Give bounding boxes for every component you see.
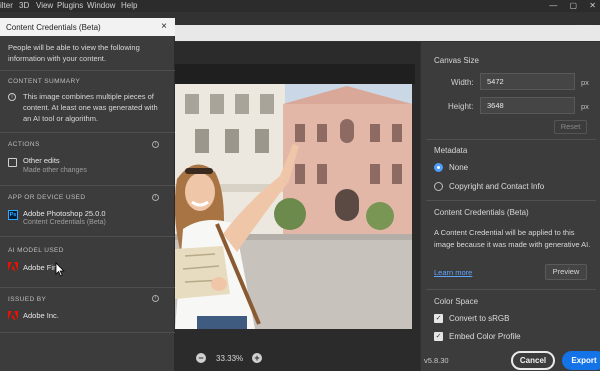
width-input[interactable] (480, 73, 575, 90)
content-credentials-heading: Content Credentials (Beta) (434, 208, 529, 217)
actions-heading: ACTIONS (8, 141, 40, 148)
ai-model-heading: AI MODEL USED (8, 247, 64, 254)
divider (0, 236, 175, 237)
menu-filter[interactable]: ilter (0, 1, 13, 10)
zoom-level: 33.33% (216, 354, 244, 363)
ai-model-title: Adobe Fir (23, 263, 56, 272)
issuer-title: Adobe Inc. (23, 311, 59, 320)
menu-help[interactable]: Help (121, 1, 137, 10)
height-input[interactable] (480, 97, 575, 114)
embed-profile-label[interactable]: Embed Color Profile (449, 332, 521, 341)
preview-button[interactable]: Preview (545, 264, 587, 280)
cc-panel-title: Content Credentials (Beta) (6, 23, 101, 32)
app-title: Adobe Photoshop 25.0.0 (23, 209, 106, 218)
content-credentials-description: A Content Credential will be applied to … (434, 228, 591, 249)
divider (0, 332, 175, 333)
color-space-heading: Color Space (434, 297, 479, 306)
app-subtitle: Content Credentials (Beta) (23, 219, 106, 226)
menu-window[interactable]: Window (87, 1, 115, 10)
zoom-in-button[interactable]: + (252, 353, 262, 363)
reset-button[interactable]: Reset (554, 120, 587, 134)
photoshop-logo-icon: Ps (8, 210, 18, 220)
minimize-icon[interactable]: — (549, 1, 557, 10)
info-icon[interactable]: i (152, 141, 159, 148)
zoom-controls: − 33.33% + (175, 344, 420, 371)
content-summary-heading: CONTENT SUMMARY (8, 78, 81, 85)
divider (426, 289, 596, 290)
content-summary-icon: i (8, 93, 16, 101)
metadata-copyright-radio[interactable] (434, 182, 443, 191)
version-label: v5.8.30 (424, 356, 449, 365)
divider (426, 200, 596, 201)
learn-more-link[interactable]: Learn more (434, 268, 472, 277)
content-summary-text: This image combines multiple pieces of c… (23, 92, 158, 123)
width-unit: px (581, 78, 589, 87)
dialog-title-bar (175, 25, 600, 41)
preview-image (175, 84, 412, 329)
action-title: Other edits (23, 156, 60, 165)
divider (0, 185, 175, 186)
metadata-none-radio[interactable] (434, 163, 443, 172)
divider (426, 139, 596, 140)
export-settings-panel: Canvas Size Width: px Height: px Reset M… (420, 42, 600, 371)
canvas-top-band (175, 64, 415, 84)
menu-plugins[interactable]: Plugins (57, 1, 83, 10)
convert-srgb-label[interactable]: Convert to sRGB (449, 314, 509, 323)
divider (0, 132, 175, 133)
metadata-none-label[interactable]: None (449, 163, 468, 172)
window-controls: — ▢ ✕ (539, 1, 596, 10)
width-label: Width: (451, 78, 474, 87)
menu-view[interactable]: View (36, 1, 53, 10)
action-subtitle: Made other changes (23, 167, 87, 174)
canvas-size-heading: Canvas Size (434, 56, 479, 65)
adobe-logo-icon (8, 262, 18, 271)
close-icon[interactable]: × (161, 21, 167, 32)
menu-3d[interactable]: 3D (19, 1, 29, 10)
height-unit: px (581, 102, 589, 111)
mouse-cursor-icon (55, 262, 65, 277)
cancel-button[interactable]: Cancel (511, 351, 555, 370)
photo-illustration (175, 84, 412, 329)
menubar: ilter 3D View Plugins Window Help — ▢ ✕ (0, 0, 600, 12)
cc-panel-header: Content Credentials (Beta) × (0, 18, 175, 36)
close-window-icon[interactable]: ✕ (589, 1, 596, 10)
photoshop-export-window: ilter 3D View Plugins Window Help — ▢ ✕ … (0, 0, 600, 371)
issued-by-heading: ISSUED BY (8, 296, 47, 303)
embed-profile-checkbox[interactable]: ✓ (434, 332, 443, 341)
metadata-copyright-label[interactable]: Copyright and Contact Info (449, 182, 544, 191)
divider (0, 287, 175, 288)
app-device-heading: APP OR DEVICE USED (8, 194, 86, 201)
metadata-heading: Metadata (434, 146, 468, 155)
edits-icon (8, 158, 17, 167)
content-credentials-panel: Content Credentials (Beta) × People will… (0, 18, 175, 371)
adobe-logo-icon (8, 311, 18, 320)
zoom-out-button[interactable]: − (196, 353, 206, 363)
info-icon[interactable]: i (152, 295, 159, 302)
divider (0, 70, 175, 71)
info-icon[interactable]: i (152, 194, 159, 201)
height-label: Height: (448, 102, 474, 111)
cc-intro: People will be able to view the followin… (8, 43, 140, 63)
maximize-icon[interactable]: ▢ (570, 1, 578, 10)
export-button[interactable]: Export (562, 351, 600, 370)
convert-srgb-checkbox[interactable]: ✓ (434, 314, 443, 323)
